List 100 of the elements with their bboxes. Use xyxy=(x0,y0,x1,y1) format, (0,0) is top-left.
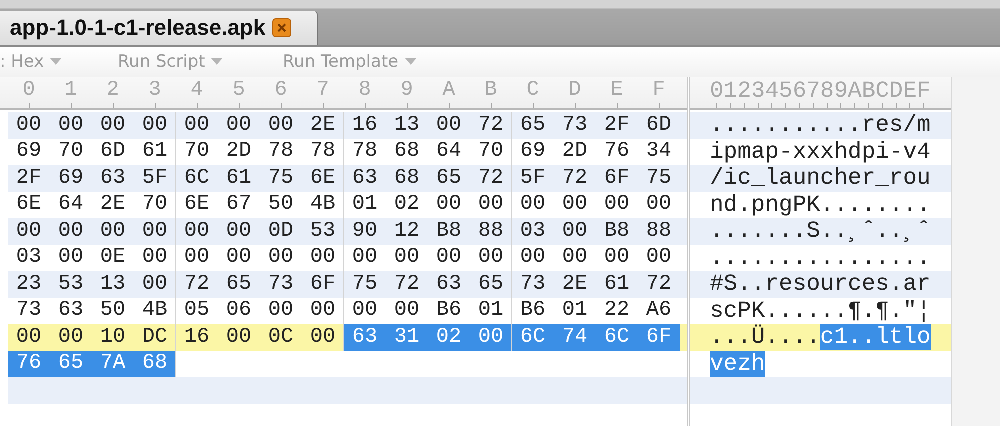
hex-byte[interactable]: 03 xyxy=(8,244,50,271)
hex-byte[interactable]: 0E xyxy=(92,244,134,271)
hex-byte[interactable]: 69 xyxy=(8,138,50,165)
hex-byte[interactable]: 00 xyxy=(554,244,596,271)
hex-byte[interactable]: 00 xyxy=(50,112,92,138)
hex-byte[interactable]: 64 xyxy=(50,192,92,218)
hex-byte[interactable]: 72 xyxy=(638,271,680,298)
hex-byte[interactable]: 63 xyxy=(344,165,386,192)
file-tab[interactable]: app-1.0-1-c1-release.apk xyxy=(0,11,318,45)
hex-byte[interactable]: 00 xyxy=(554,218,596,244)
hex-byte[interactable]: 00 xyxy=(554,192,596,218)
hex-byte[interactable]: 01 xyxy=(344,192,386,218)
hex-byte[interactable]: 00 xyxy=(638,192,680,218)
hex-byte[interactable]: 00 xyxy=(8,112,50,138)
hex-byte[interactable]: 00 xyxy=(512,192,554,218)
hex-byte[interactable]: 88 xyxy=(470,218,512,244)
hex-byte[interactable]: 67 xyxy=(218,192,260,218)
hex-byte[interactable]: 34 xyxy=(638,138,680,165)
hex-byte[interactable]: 00 xyxy=(134,271,176,298)
hex-byte[interactable]: 78 xyxy=(260,138,302,165)
hex-byte[interactable]: 13 xyxy=(92,271,134,298)
hex-byte[interactable]: 02 xyxy=(386,192,428,218)
hex-byte[interactable]: 6D xyxy=(92,138,134,165)
hex-byte[interactable]: 76 xyxy=(596,138,638,165)
hex-byte[interactable]: 73 xyxy=(512,271,554,298)
hex-byte[interactable]: 2F xyxy=(8,165,50,192)
hex-byte[interactable]: 72 xyxy=(176,271,218,298)
close-icon[interactable] xyxy=(272,18,292,38)
hex-byte[interactable]: 4B xyxy=(134,298,176,324)
hex-byte[interactable]: 69 xyxy=(50,165,92,192)
hex-byte[interactable]: 6F xyxy=(302,271,344,298)
hex-byte[interactable]: 6E xyxy=(176,192,218,218)
hex-byte[interactable]: B8 xyxy=(596,218,638,244)
hex-byte[interactable]: 00 xyxy=(386,298,428,324)
hex-byte[interactable]: 72 xyxy=(554,165,596,192)
hex-byte[interactable]: 00 xyxy=(218,324,260,350)
hex-byte[interactable]: 65 xyxy=(512,112,554,138)
hex-byte[interactable]: 00 xyxy=(218,218,260,244)
hex-byte[interactable]: 78 xyxy=(302,138,344,165)
hex-byte[interactable]: 72 xyxy=(470,165,512,192)
hex-byte[interactable]: 73 xyxy=(8,298,50,324)
hex-byte[interactable]: 00 xyxy=(92,218,134,244)
hex-byte[interactable]: 00 xyxy=(302,244,344,271)
hex-byte[interactable]: 65 xyxy=(428,165,470,192)
hex-byte[interactable]: 0C xyxy=(260,324,302,350)
hex-byte[interactable]: 61 xyxy=(134,138,176,165)
hex-byte[interactable]: 01 xyxy=(554,298,596,324)
hex-byte[interactable]: 00 xyxy=(50,324,92,350)
hex-byte[interactable]: 00 xyxy=(470,192,512,218)
hex-byte[interactable]: 16 xyxy=(344,112,386,138)
hex-byte[interactable]: 2F xyxy=(596,112,638,138)
hex-byte[interactable]: 88 xyxy=(638,218,680,244)
hex-byte[interactable]: 72 xyxy=(470,112,512,138)
hex-byte[interactable]: 75 xyxy=(638,165,680,192)
hex-byte[interactable]: 63 xyxy=(428,271,470,298)
hex-byte[interactable]: 61 xyxy=(596,271,638,298)
hex-byte[interactable]: 63 xyxy=(92,165,134,192)
hex-byte[interactable]: 65 xyxy=(218,271,260,298)
hex-byte[interactable]: 75 xyxy=(344,271,386,298)
hex-byte[interactable]: 00 xyxy=(302,298,344,324)
hex-byte[interactable]: 5F xyxy=(134,165,176,192)
hex-byte[interactable]: 61 xyxy=(218,165,260,192)
hex-byte[interactable]: 00 xyxy=(176,244,218,271)
hex-byte[interactable]: 2D xyxy=(554,138,596,165)
hex-byte[interactable]: 50 xyxy=(260,192,302,218)
hex-byte[interactable]: 4B xyxy=(302,192,344,218)
hex-byte[interactable]: 00 xyxy=(50,244,92,271)
hex-byte[interactable]: 53 xyxy=(50,271,92,298)
hex-byte[interactable]: 6E xyxy=(8,192,50,218)
hex-byte[interactable]: 00 xyxy=(134,244,176,271)
hex-byte[interactable]: 00 xyxy=(428,112,470,138)
hex-byte[interactable]: 6C xyxy=(176,165,218,192)
hex-byte[interactable]: 01 xyxy=(470,298,512,324)
hex-byte[interactable]: B6 xyxy=(512,298,554,324)
hex-byte[interactable]: 2E xyxy=(92,192,134,218)
hex-byte[interactable]: 00 xyxy=(596,244,638,271)
hex-byte[interactable]: 00 xyxy=(92,112,134,138)
hex-byte[interactable]: 00 xyxy=(596,192,638,218)
hex-byte[interactable]: 68 xyxy=(386,138,428,165)
hex-byte[interactable]: 50 xyxy=(92,298,134,324)
hex-byte[interactable]: DC xyxy=(134,324,176,350)
hex-byte[interactable]: 78 xyxy=(344,138,386,165)
hex-byte[interactable]: B8 xyxy=(428,218,470,244)
hex-byte[interactable]: 12 xyxy=(386,218,428,244)
hex-byte[interactable]: 23 xyxy=(8,271,50,298)
hex-byte[interactable]: B6 xyxy=(428,298,470,324)
hex-byte[interactable]: 53 xyxy=(302,218,344,244)
hex-byte[interactable]: 00 xyxy=(470,244,512,271)
hex-byte[interactable]: 70 xyxy=(176,138,218,165)
hex-byte[interactable]: 13 xyxy=(386,112,428,138)
hex-byte[interactable]: 00 xyxy=(260,244,302,271)
hex-byte[interactable]: 68 xyxy=(386,165,428,192)
hex-byte[interactable]: 73 xyxy=(260,271,302,298)
hex-byte[interactable]: 2D xyxy=(218,138,260,165)
hex-byte[interactable]: 00 xyxy=(218,112,260,138)
hex-byte[interactable]: 63 xyxy=(50,298,92,324)
hex-byte[interactable]: 06 xyxy=(218,298,260,324)
hex-byte[interactable]: 6F xyxy=(596,165,638,192)
hex-byte[interactable]: 70 xyxy=(50,138,92,165)
hex-byte[interactable]: 00 xyxy=(512,244,554,271)
